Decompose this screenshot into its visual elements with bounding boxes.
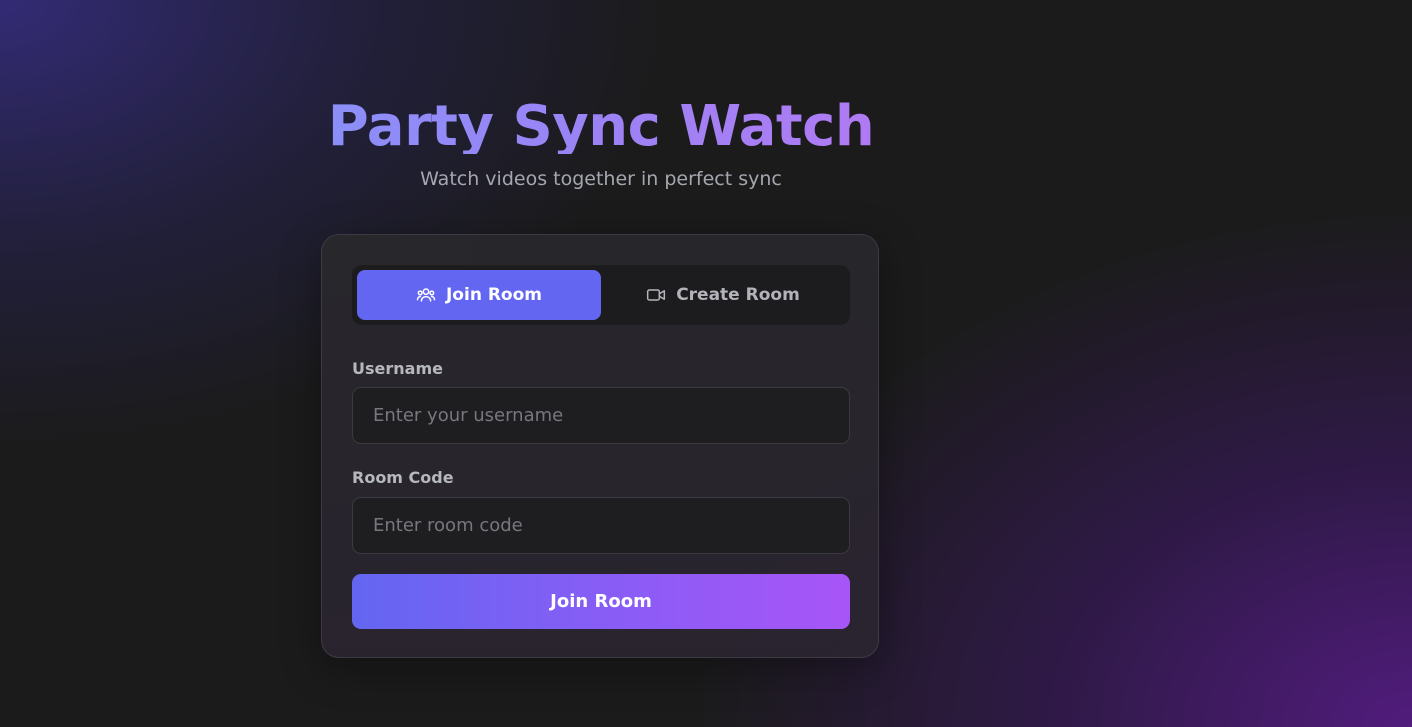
- page-subtitle: Watch videos together in perfect sync: [420, 168, 782, 190]
- room-card: Join Room Create Room Username Room Code…: [321, 234, 879, 658]
- page: Party Sync Watch Watch videos together i…: [0, 0, 1412, 727]
- page-title: Party Sync Watch: [321, 92, 881, 154]
- username-label: Username: [352, 359, 443, 378]
- video-camera-icon: [646, 285, 666, 305]
- room-code-label: Room Code: [352, 468, 454, 487]
- room-tabs: Join Room Create Room: [352, 265, 850, 325]
- users-icon: [416, 285, 436, 305]
- room-code-input[interactable]: [352, 497, 850, 554]
- tab-create-room-label: Create Room: [676, 285, 800, 305]
- tab-join-room-label: Join Room: [445, 285, 542, 305]
- tab-join-room[interactable]: Join Room: [357, 270, 601, 320]
- username-input[interactable]: [352, 387, 850, 444]
- join-room-button[interactable]: Join Room: [352, 574, 850, 629]
- tab-create-room[interactable]: Create Room: [601, 270, 845, 320]
